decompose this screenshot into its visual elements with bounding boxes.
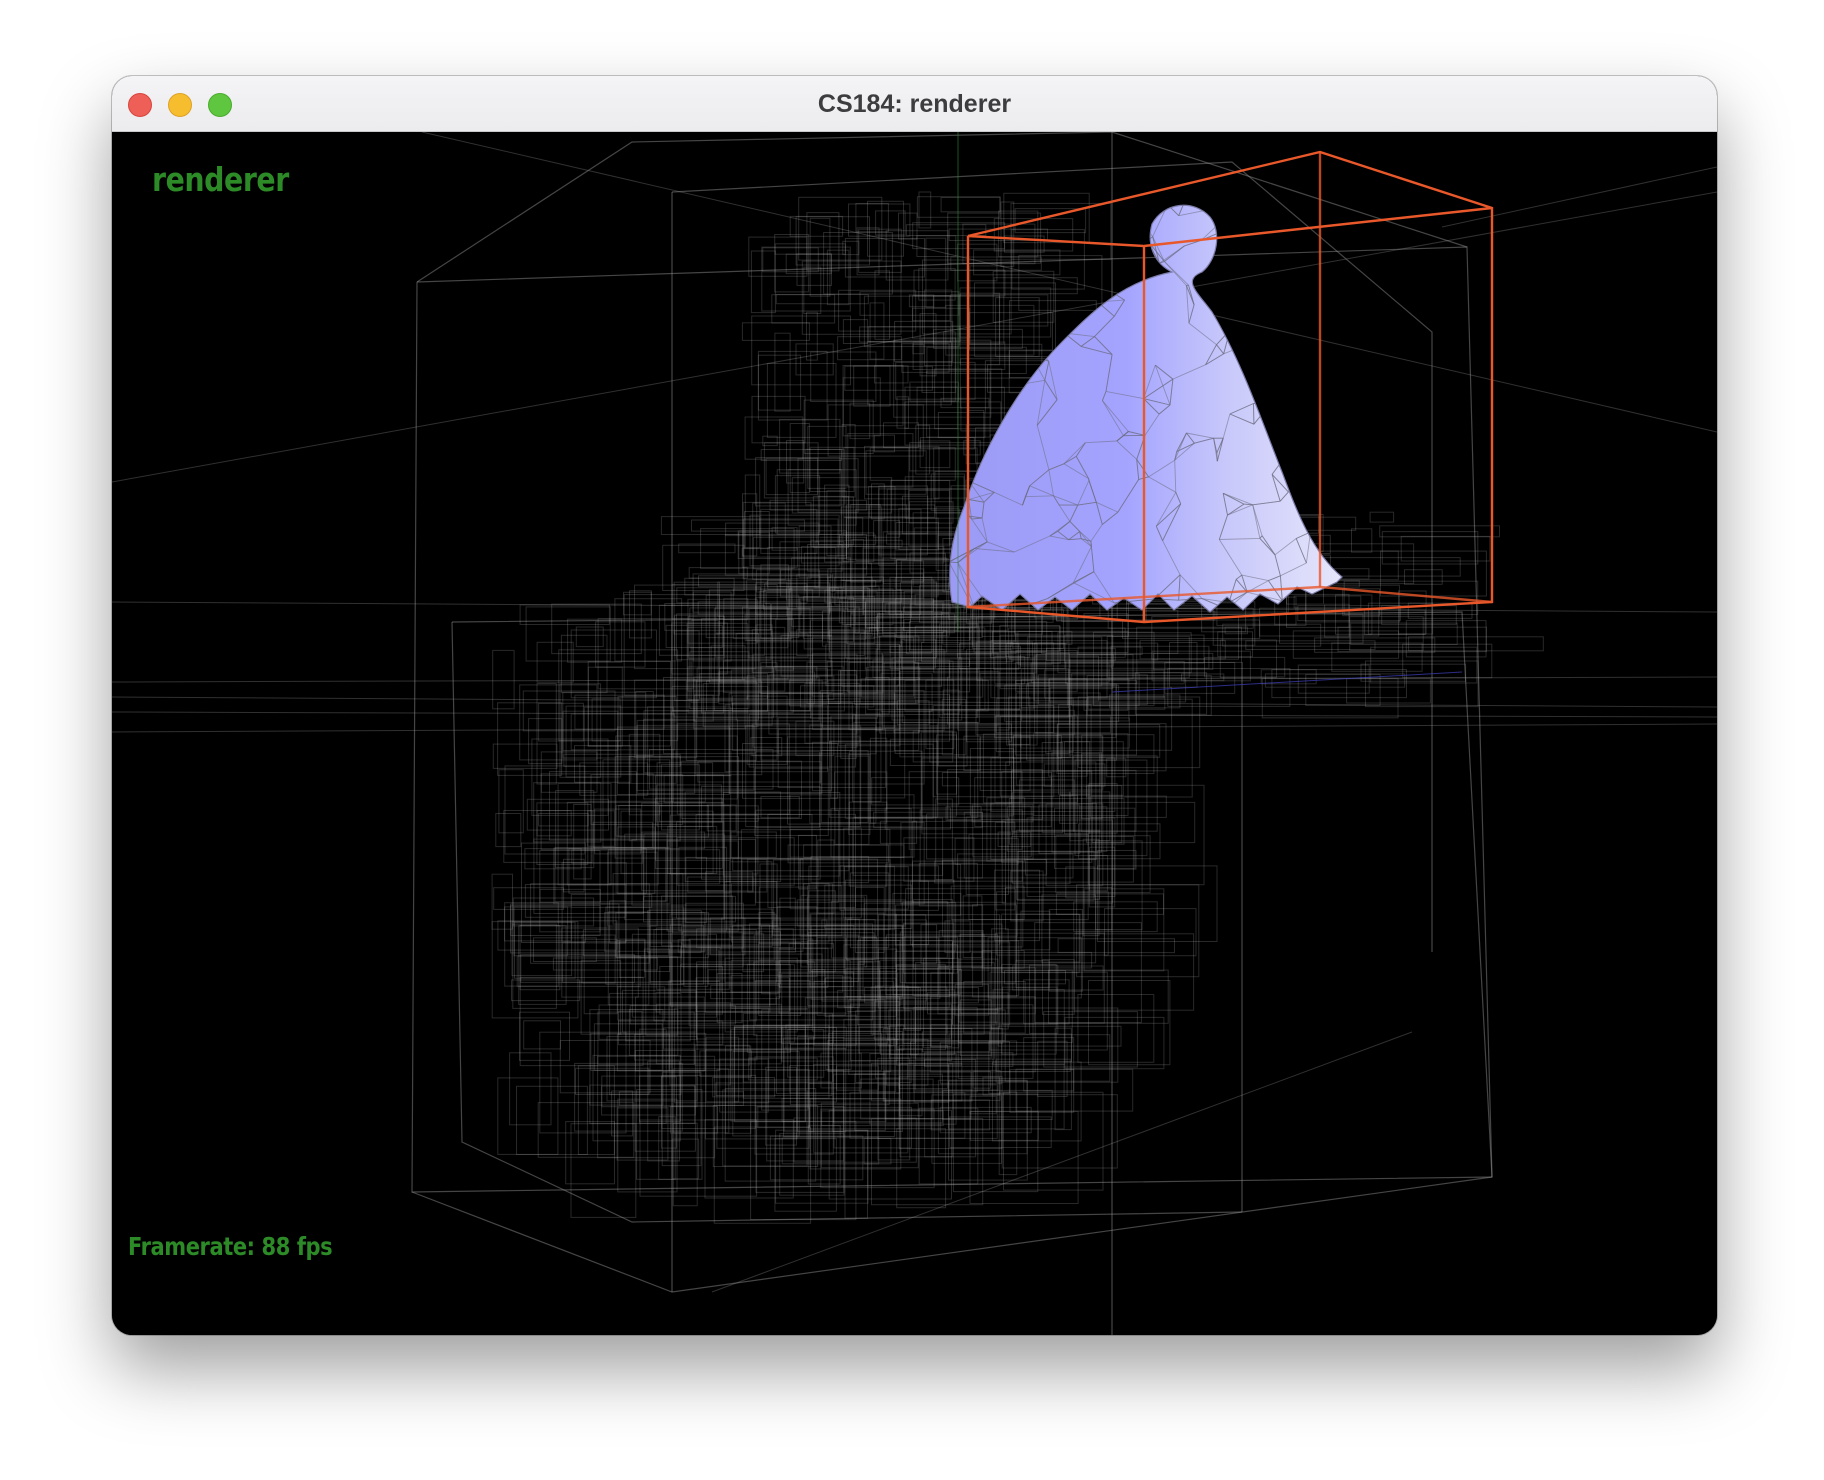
framerate-label: Framerate: 88 fps (128, 1232, 333, 1261)
render-viewport[interactable]: renderer Framerate: 88 fps (112, 132, 1717, 1335)
title-bar[interactable]: CS184: renderer (112, 76, 1717, 132)
bvh-visualization (112, 132, 1717, 1335)
window-title: CS184: renderer (817, 90, 1012, 118)
app-window: CS184: renderer renderer Framerate: 88 f… (112, 76, 1717, 1335)
bvh-dense-grid (491, 191, 1544, 1224)
app-label: renderer (152, 160, 289, 199)
